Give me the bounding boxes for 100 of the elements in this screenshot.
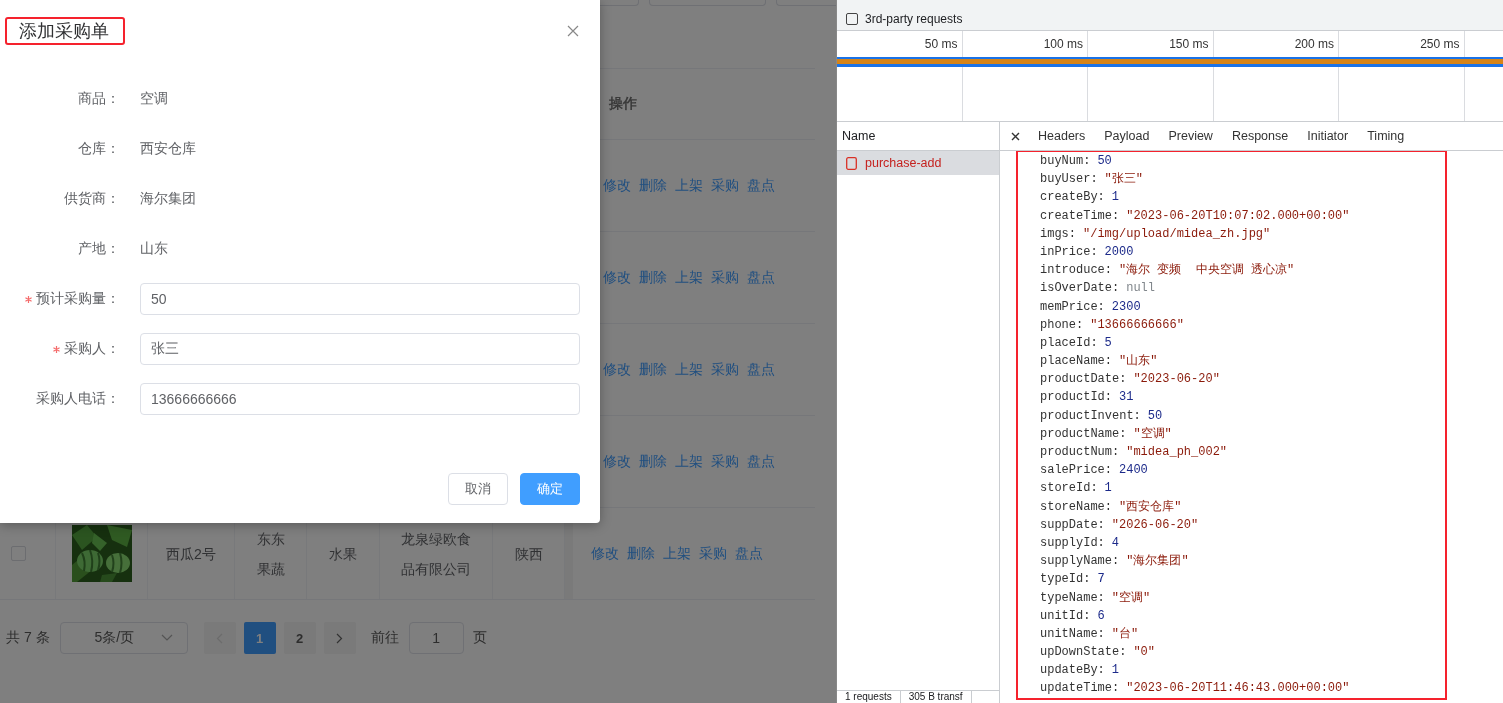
action-link[interactable]: 上架 [663,544,691,563]
payload-line: placeName: "山东" [1040,353,1159,371]
tick-label: 100 ms [1043,37,1083,51]
input-field[interactable]: 张三 [140,333,580,365]
required-asterisk-icon [53,345,60,353]
dialog-title: 添加采购单 [19,20,109,43]
payload-line: typeName: "空调" [1040,589,1152,607]
detail-tab[interactable]: Timing [1358,129,1415,143]
action-link[interactable]: 修改 [603,176,631,195]
action-link[interactable]: 盘点 [735,544,763,563]
payload-line: storeName: "西安仓库" [1040,498,1183,516]
payload-line: buyNum: 50 [1040,153,1113,170]
action-link[interactable]: 采购 [711,452,739,471]
action-link[interactable]: 采购 [699,544,727,563]
payload-line: updateTime: "2023-06-20T11:46:43.000+00:00" [1040,680,1351,698]
chevron-right-icon [336,632,344,644]
action-link[interactable]: 采购 [711,360,739,379]
action-link[interactable]: 修改 [603,360,631,379]
action-link[interactable]: 删除 [639,360,667,379]
action-link[interactable]: 删除 [639,452,667,471]
detail-tab[interactable]: Payload [1095,129,1160,143]
action-link[interactable]: 盘点 [747,360,775,379]
input-field[interactable]: 50 [140,283,580,315]
action-link[interactable]: 采购 [711,176,739,195]
table-cell-text: 东东果蔬 [255,529,286,579]
action-link[interactable]: 上架 [675,268,703,287]
payload-line: supplyName: "海尔集团" [1040,553,1190,571]
cancel-button[interactable]: 取消 [448,473,508,505]
payload-line: typeId: 7 [1040,571,1106,589]
payload-line: supplyId: 4 [1040,534,1120,552]
input-field[interactable]: 13666666666 [140,383,580,415]
payload-line: upDownState: "0" [1040,644,1157,662]
payload-line: productName: "空调" [1040,425,1173,443]
table-cell-text: 龙泉绿欧食品有限公司 [400,529,472,579]
field-value: 山东 [140,240,168,258]
column-header: 操作 [609,95,637,113]
chevron-down-icon [160,634,173,642]
action-link[interactable]: 采购 [711,268,739,287]
total-count: 共 7 条 [6,629,50,647]
tick-label: 250 ms [1420,37,1460,51]
payload-line: unitName: "台" [1040,625,1140,643]
payload-line: salePrice: 2400 [1040,462,1149,480]
action-link[interactable]: 盘点 [747,452,775,471]
action-link[interactable]: 删除 [627,544,655,563]
detail-tab[interactable]: Response [1222,129,1299,143]
page-size-select[interactable]: 5条/页 [59,622,188,654]
next-page-button[interactable] [323,622,356,654]
field-label: 采购人电话： [36,390,120,408]
payload-line: productNum: "midea_ph_002" [1040,444,1229,461]
required-asterisk-icon [25,295,32,303]
action-link[interactable]: 上架 [675,452,703,471]
action-link[interactable]: 修改 [603,452,631,471]
detail-tab[interactable]: Headers [1029,129,1096,143]
action-link[interactable]: 修改 [591,544,619,563]
payload-line: unitId: 6 [1040,607,1106,625]
status-text: 1 requests [837,691,901,703]
payload-line: memPrice: 2300 [1040,298,1142,316]
action-link[interactable]: 上架 [675,176,703,195]
page-button[interactable]: 2 [283,622,316,654]
action-link[interactable]: 盘点 [747,176,775,195]
payload-line: introduce: "海尔 变频 中央空调 透心凉" [1040,262,1296,280]
action-link[interactable]: 上架 [675,360,703,379]
field-label: 仓库： [78,140,120,158]
request-row[interactable]: purchase-add [837,151,999,175]
field-value: 西安仓库 [140,140,196,158]
status-text: 305 B transf [900,691,972,703]
field-label: 产地： [78,240,120,258]
table-cell-text: 陕西 [514,544,543,564]
action-link[interactable]: 删除 [639,176,667,195]
field-label: 供货商： [64,190,120,208]
detail-tab[interactable]: Preview [1159,129,1223,143]
column-header: Name [842,129,876,143]
payload-line: suppDate: "2026-06-20" [1040,516,1200,534]
payload-line: createTime: "2023-06-20T10:07:02.000+00:00" [1040,207,1351,225]
payload-line: createBy: 1 [1040,189,1120,207]
page-button[interactable]: 1 [243,622,276,654]
tick-label: 150 ms [1169,37,1209,51]
payload-line: imgs: "/img/upload/midea_zh.jpg" [1040,225,1272,243]
table-cell-text: 西瓜2号 [166,544,216,564]
close-icon[interactable] [1011,131,1020,141]
payload-line: buyUser: "张三" [1040,171,1144,189]
payload-line: inPrice: 2000 [1040,243,1135,261]
confirm-button[interactable]: 确定 [520,473,580,505]
payload-line: placeId: 5 [1040,334,1113,352]
detail-tab[interactable]: Initiator [1298,129,1359,143]
field-value: 空调 [140,90,168,108]
payload-line: storeId: 1 [1040,480,1113,498]
filter-label: 3rd-party requests [865,12,963,26]
action-link[interactable]: 盘点 [747,268,775,287]
page-input[interactable]: 1 [408,622,464,654]
action-link[interactable]: 删除 [639,268,667,287]
payload-line: updateBy: 1 [1040,662,1120,680]
field-label: 商品： [78,90,120,108]
action-link[interactable]: 修改 [603,268,631,287]
payload-line: productDate: "2023-06-20" [1040,371,1221,389]
tick-label: 50 ms [924,37,958,51]
payload-line: productInvent: 50 [1040,407,1164,425]
tick-label: 200 ms [1294,37,1334,51]
filter-checkbox[interactable] [846,13,858,25]
table-cell-text: 水果 [329,544,357,564]
